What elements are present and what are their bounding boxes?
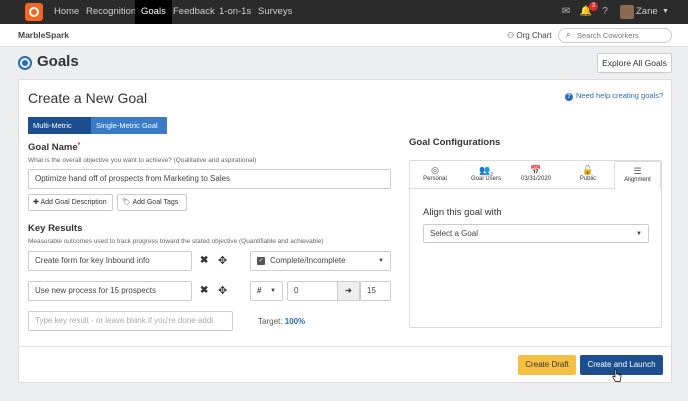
- goal-configurations-panel: ◎ Personal 👥2 Goal Users 📅 03/31/2020 🔓 Publ…: [409, 160, 662, 328]
- form-title: Create a New Goal: [28, 90, 148, 106]
- key-result-2-target-input[interactable]: 15: [360, 281, 391, 301]
- tab-personal[interactable]: ◎ Personal: [414, 161, 456, 189]
- org-chart-icon: ⚇: [507, 31, 517, 40]
- tab-due-date[interactable]: 📅 03/31/2020: [514, 161, 558, 189]
- target-label: Target:: [258, 317, 283, 326]
- key-result-2-input[interactable]: Use new process for 15 prospects: [28, 281, 192, 301]
- explore-all-goals-button[interactable]: Explore All Goals: [597, 53, 672, 73]
- key-result-2-type-label: #: [257, 286, 262, 295]
- company-name: MarbleSpark: [18, 30, 70, 40]
- help-link-label: Need help creating goals?: [576, 91, 664, 100]
- org-chart-label: Org Chart: [516, 31, 552, 40]
- logo[interactable]: [0, 0, 46, 24]
- nav-item-recognition[interactable]: Recognition: [80, 0, 142, 24]
- search-icon: ⌕: [566, 30, 571, 39]
- tab-personal-label: Personal: [423, 176, 447, 182]
- remove-key-result-1-icon[interactable]: ✖: [200, 255, 208, 266]
- avatar[interactable]: [620, 5, 634, 19]
- config-tabs: ◎ Personal 👥2 Goal Users 📅 03/31/2020 🔓 Publ…: [410, 161, 661, 190]
- goal-configurations-title: Goal Configurations: [409, 137, 501, 148]
- goal-type-toggle: Multi-Metric Goal Single-Metric Goal: [28, 117, 167, 147]
- add-goal-tags-button[interactable]: 🏷 Add Goal Tags: [117, 194, 187, 211]
- goal-name-label-text: Goal Name: [28, 142, 78, 153]
- add-goal-description-button[interactable]: ✚ Add Goal Description: [28, 194, 113, 211]
- notification-badge: 3: [589, 2, 598, 11]
- search-input[interactable]: [577, 30, 667, 41]
- alignment-icon: ☰: [633, 166, 642, 176]
- target-value: 100%: [284, 317, 306, 326]
- add-tags-label: Add Goal Tags: [132, 199, 179, 206]
- nav-item-1on1s[interactable]: 1-on-1s: [213, 0, 257, 24]
- divider: [19, 346, 671, 347]
- user-name[interactable]: Zane: [636, 0, 658, 24]
- sub-bar: MarbleSpark ⚇ Org Chart ⌕: [0, 24, 688, 47]
- create-draft-button[interactable]: Create Draft: [518, 355, 576, 375]
- brand-logo-icon: [25, 3, 43, 21]
- mail-icon[interactable]: ✉: [559, 5, 573, 19]
- org-chart-link[interactable]: ⚇ Org Chart: [507, 24, 552, 47]
- tab-visibility[interactable]: 🔓 Public: [566, 161, 610, 189]
- key-results-hint: Measurable outcomes used to track progre…: [28, 238, 324, 245]
- remove-key-result-2-icon[interactable]: ✖: [200, 285, 208, 296]
- tab-alignment[interactable]: ☰ Alignment: [614, 161, 661, 190]
- goals-target-icon: [18, 56, 32, 70]
- single-metric-toggle[interactable]: Single-Metric Goal: [91, 117, 167, 134]
- align-goal-select-value: Select a Goal: [430, 229, 479, 238]
- drag-handle-2-icon[interactable]: ✥: [218, 284, 227, 297]
- align-goal-select[interactable]: Select a Goal ▼: [423, 224, 649, 243]
- goal-name-hint: What is the overall objective you want t…: [28, 157, 257, 164]
- target-icon: ◎: [431, 165, 439, 175]
- multi-metric-toggle[interactable]: Multi-Metric Goal: [28, 117, 91, 147]
- hand-cursor-icon: [612, 369, 622, 382]
- tab-goal-users-label: Goal Users: [470, 176, 501, 182]
- goal-name-input[interactable]: Optimize hand off of prospects from Mark…: [28, 169, 391, 189]
- tab-goal-users[interactable]: 👥2 Goal Users: [464, 161, 508, 189]
- help-link[interactable]: ? Need help creating goals?: [565, 91, 663, 101]
- users-icon: 👥2: [479, 165, 493, 178]
- calendar-check-icon: 📅: [530, 165, 542, 175]
- chevron-down-icon: ▼: [270, 288, 276, 294]
- key-result-1-type-label: Complete/Incomplete: [270, 256, 346, 265]
- page-title: Goals: [37, 53, 79, 70]
- chevron-down-icon[interactable]: ▼: [662, 0, 669, 24]
- create-goal-card: Create a New Goal ? Need help creating go…: [18, 79, 672, 383]
- tab-visibility-label: Public: [579, 176, 597, 182]
- chevron-down-icon: ▼: [378, 258, 384, 264]
- nav-item-surveys[interactable]: Surveys: [252, 0, 298, 24]
- key-result-1-type-select[interactable]: ✓ Complete/Incomplete ▼: [250, 251, 391, 271]
- align-goal-title: Align this goal with: [423, 207, 502, 218]
- tag-icon: 🏷: [122, 199, 133, 206]
- question-icon: ?: [565, 93, 573, 101]
- unlock-icon: 🔓: [582, 165, 594, 175]
- tab-alignment-label: Alignment: [624, 177, 651, 183]
- tab-due-date-label: 03/31/2020: [520, 176, 552, 182]
- target-indicator: Target: 100%: [258, 317, 305, 326]
- checkbox-icon: ✓: [257, 256, 265, 265]
- key-result-2-type-select[interactable]: # ▼: [250, 281, 283, 301]
- key-result-1-input[interactable]: Create form for key Inbound info: [28, 251, 192, 271]
- goal-name-label: Goal Name*: [28, 142, 80, 153]
- add-description-label: Add Goal Description: [40, 199, 107, 206]
- chevron-down-icon: ▼: [636, 231, 642, 237]
- help-icon[interactable]: ?: [598, 5, 612, 19]
- required-marker: *: [77, 142, 81, 149]
- search-box[interactable]: ⌕: [558, 28, 672, 43]
- arrow-right-icon: ➜: [337, 281, 360, 301]
- new-key-result-input[interactable]: Type key result - or leave blank if you'…: [28, 311, 233, 331]
- drag-handle-1-icon[interactable]: ✥: [218, 254, 227, 267]
- key-results-label: Key Results: [28, 223, 83, 234]
- top-nav: Home Recognition Goals Feedback 1-on-1s …: [0, 0, 688, 24]
